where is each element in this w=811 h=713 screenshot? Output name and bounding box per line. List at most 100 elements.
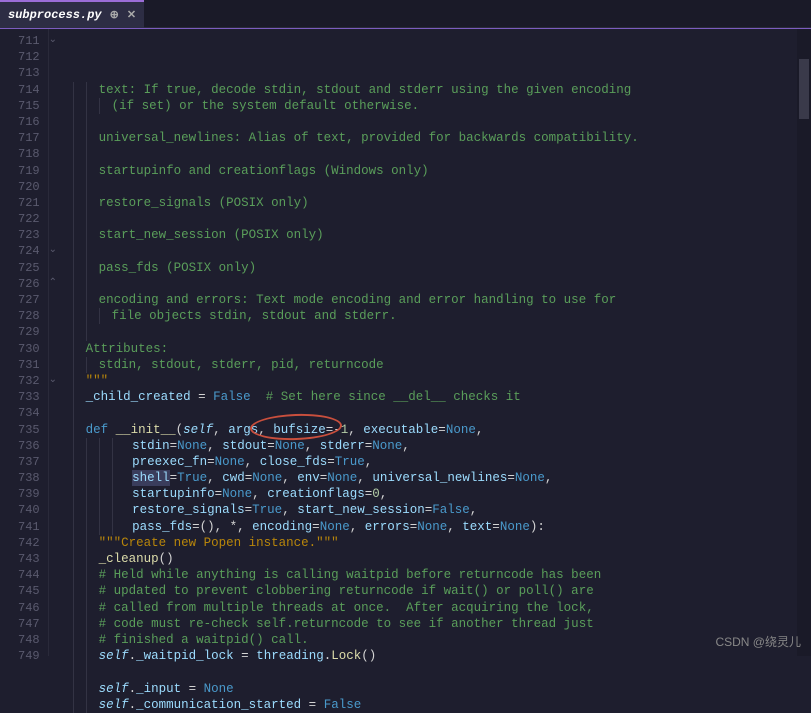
- pin-icon[interactable]: ⊕: [110, 8, 119, 22]
- code-line[interactable]: self._input = None: [73, 681, 811, 697]
- code-line[interactable]: restore_signals (POSIX only): [73, 195, 811, 211]
- fold-marker: [49, 551, 67, 567]
- fold-marker: [49, 600, 67, 616]
- code-line[interactable]: startupinfo=None, creationflags=0,: [73, 486, 811, 502]
- fold-marker[interactable]: ⌄: [49, 33, 67, 49]
- code-line[interactable]: text: If true, decode stdin, stdout and …: [73, 82, 811, 98]
- line-number: 722: [18, 211, 40, 227]
- fold-marker: [49, 65, 67, 81]
- fold-marker: [49, 49, 67, 65]
- code-line[interactable]: preexec_fn=None, close_fds=True,: [73, 454, 811, 470]
- line-number: 748: [18, 632, 40, 648]
- tab-subprocess[interactable]: subprocess.py ⊕ ✕: [0, 0, 144, 28]
- line-number: 729: [18, 324, 40, 340]
- line-number: 717: [18, 130, 40, 146]
- tab-bar: subprocess.py ⊕ ✕: [0, 0, 811, 28]
- line-number: 724: [18, 243, 40, 259]
- code-line[interactable]: restore_signals=True, start_new_session=…: [73, 502, 811, 518]
- code-line[interactable]: self._communication_started = False: [73, 697, 811, 713]
- line-number: 738: [18, 470, 40, 486]
- code-line[interactable]: # called from multiple threads at once. …: [73, 600, 811, 616]
- code-line[interactable]: stdin=None, stdout=None, stderr=None,: [73, 438, 811, 454]
- line-number: 746: [18, 600, 40, 616]
- line-number: 740: [18, 502, 40, 518]
- line-number: 736: [18, 438, 40, 454]
- code-line[interactable]: # code must re-check self.returncode to …: [73, 616, 811, 632]
- line-number: 733: [18, 389, 40, 405]
- code-line[interactable]: _child_created = False # Set here since …: [73, 389, 811, 405]
- code-line[interactable]: stdin, stdout, stderr, pid, returncode: [73, 357, 811, 373]
- code-line[interactable]: [73, 114, 811, 130]
- code-line[interactable]: # updated to prevent clobbering returnco…: [73, 583, 811, 599]
- code-line[interactable]: pass_fds=(), *, encoding=None, errors=No…: [73, 519, 811, 535]
- line-number: 741: [18, 519, 40, 535]
- code-line[interactable]: startupinfo and creationflags (Windows o…: [73, 163, 811, 179]
- line-number: 745: [18, 583, 40, 599]
- line-number-gutter: 7117127137147157167177187197207217227237…: [0, 29, 49, 656]
- fold-marker: [49, 260, 67, 276]
- line-number: 739: [18, 486, 40, 502]
- fold-marker: [49, 486, 67, 502]
- line-number: 713: [18, 65, 40, 81]
- line-number: 743: [18, 551, 40, 567]
- fold-marker: [49, 211, 67, 227]
- line-number: 714: [18, 82, 40, 98]
- code-line[interactable]: # Held while anything is calling waitpid…: [73, 567, 811, 583]
- code-line[interactable]: Attributes:: [73, 341, 811, 357]
- fold-marker: [49, 324, 67, 340]
- code-line[interactable]: [73, 276, 811, 292]
- line-number: 721: [18, 195, 40, 211]
- code-line[interactable]: start_new_session (POSIX only): [73, 227, 811, 243]
- line-number: 737: [18, 454, 40, 470]
- code-line[interactable]: (if set) or the system default otherwise…: [73, 98, 811, 114]
- fold-marker: [49, 179, 67, 195]
- code-editor[interactable]: 7117127137147157167177187197207217227237…: [0, 29, 811, 656]
- code-line[interactable]: [73, 243, 811, 259]
- line-number: 719: [18, 163, 40, 179]
- fold-marker: [49, 389, 67, 405]
- code-line[interactable]: [73, 324, 811, 340]
- fold-marker: [49, 357, 67, 373]
- fold-marker: [49, 405, 67, 421]
- line-number: 742: [18, 535, 40, 551]
- fold-marker: [49, 632, 67, 648]
- line-number: 728: [18, 308, 40, 324]
- vertical-scrollbar[interactable]: [797, 29, 811, 656]
- fold-marker[interactable]: ⌄: [49, 243, 67, 259]
- line-number: 744: [18, 567, 40, 583]
- code-line[interactable]: """Create new Popen instance.""": [73, 535, 811, 551]
- fold-marker: [49, 519, 67, 535]
- code-line[interactable]: universal_newlines: Alias of text, provi…: [73, 130, 811, 146]
- code-line[interactable]: shell=True, cwd=None, env=None, universa…: [73, 470, 811, 486]
- fold-marker: [49, 470, 67, 486]
- code-line[interactable]: def __init__(self, args, bufsize=-1, exe…: [73, 422, 811, 438]
- fold-marker[interactable]: ⌃: [49, 276, 67, 292]
- fold-marker: [49, 308, 67, 324]
- code-line[interactable]: encoding and errors: Text mode encoding …: [73, 292, 811, 308]
- code-area[interactable]: text: If true, decode stdin, stdout and …: [67, 29, 811, 656]
- code-line[interactable]: _cleanup(): [73, 551, 811, 567]
- fold-marker[interactable]: ⌄: [49, 373, 67, 389]
- code-line[interactable]: """: [73, 373, 811, 389]
- fold-marker: [49, 146, 67, 162]
- close-icon[interactable]: ✕: [127, 8, 136, 22]
- code-line[interactable]: [73, 146, 811, 162]
- scrollbar-thumb[interactable]: [799, 59, 809, 119]
- line-number: 711: [18, 33, 40, 49]
- line-number: 732: [18, 373, 40, 389]
- code-line[interactable]: file objects stdin, stdout and stderr.: [73, 308, 811, 324]
- code-line[interactable]: self._waitpid_lock = threading.Lock(): [73, 648, 811, 664]
- code-line[interactable]: pass_fds (POSIX only): [73, 260, 811, 276]
- fold-marker: [49, 227, 67, 243]
- line-number: 716: [18, 114, 40, 130]
- code-line[interactable]: [73, 664, 811, 680]
- code-line[interactable]: [73, 179, 811, 195]
- code-line[interactable]: [73, 405, 811, 421]
- code-line[interactable]: [73, 211, 811, 227]
- fold-marker: [49, 567, 67, 583]
- code-line[interactable]: # finished a waitpid() call.: [73, 632, 811, 648]
- fold-marker: [49, 616, 67, 632]
- line-number: 718: [18, 146, 40, 162]
- watermark: CSDN @绕灵儿: [715, 633, 801, 650]
- line-number: 712: [18, 49, 40, 65]
